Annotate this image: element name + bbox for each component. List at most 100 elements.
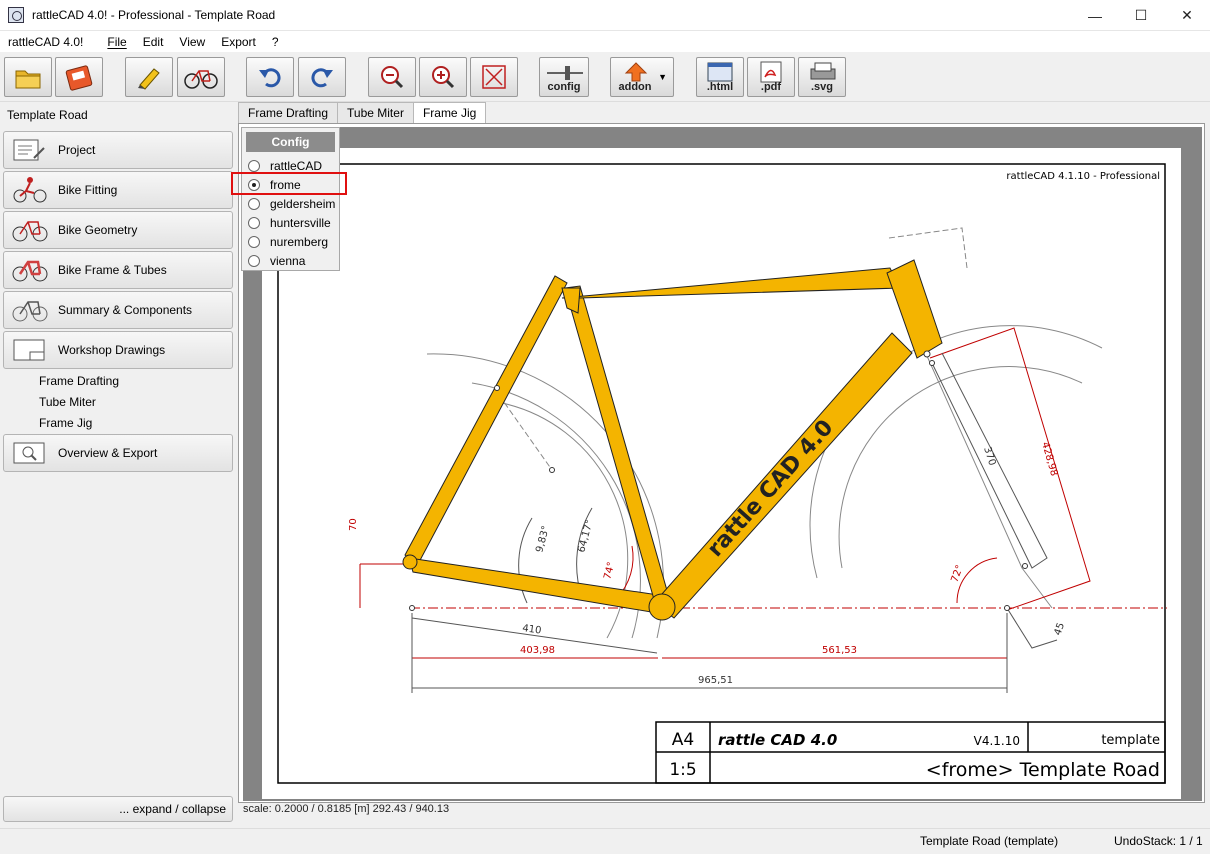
menu-help[interactable]: ? [272, 35, 279, 49]
bike-frame-icon [12, 260, 48, 282]
redo-icon [311, 68, 333, 88]
project-title: Template Road [7, 108, 88, 122]
svg-text:561,53: 561,53 [822, 645, 857, 656]
sheet-size: A4 [672, 730, 694, 750]
zoom-in-button[interactable] [419, 57, 467, 97]
config-label: config [547, 81, 581, 93]
nav-project[interactable]: Project [3, 131, 233, 169]
sheet-border [277, 163, 1166, 784]
titleblock-kind: template [1101, 733, 1160, 748]
window-title: rattleCAD 4.0! - Professional - Template… [32, 8, 276, 22]
disk-icon [65, 65, 93, 91]
toolbar: config ▼ addon .html .pdf .svg [0, 52, 1210, 102]
menu-export[interactable]: Export [221, 35, 256, 49]
config-option-nuremberg[interactable]: nuremberg [248, 232, 328, 251]
folder-icon [15, 70, 41, 89]
addon-label: addon [618, 81, 652, 93]
nav-summary-components[interactable]: Summary & Components [3, 291, 233, 329]
title-bar: rattleCAD 4.0! - Professional - Template… [0, 0, 1210, 31]
status-undo: UndoStack: 1 / 1 [1114, 834, 1203, 848]
top-tube [561, 267, 901, 299]
menu-file[interactable]: File [107, 35, 126, 49]
tab-tube-miter[interactable]: Tube Miter [337, 102, 414, 124]
nav-label: Bike Geometry [58, 223, 138, 237]
tab-frame-jig[interactable]: Frame Jig [412, 102, 487, 125]
addon-button[interactable]: ▼ addon [610, 57, 674, 97]
slider-icon [547, 66, 583, 80]
config-button[interactable]: config [539, 57, 589, 97]
bike-icon [184, 70, 218, 89]
drawing-header-note: rattleCAD 4.1.10 - Professional [1006, 171, 1160, 182]
titleblock-version: V4.1.10 [974, 734, 1020, 748]
printer-icon [810, 62, 836, 80]
status-bar: Template Road (template) UndoStack: 1 / … [0, 828, 1210, 854]
radio-icon [248, 235, 260, 248]
workshop-icon [13, 339, 45, 361]
undo-button[interactable] [246, 57, 294, 97]
pencil-icon [138, 68, 160, 90]
nav-label: Workshop Drawings [58, 343, 166, 357]
config-dropdown: Config rattleCAD frome geldersheim hunte… [241, 127, 340, 271]
sub-frame-drafting[interactable]: Frame Drafting [39, 374, 119, 388]
frame-jig-drawing: rattleCAD 4.1.10 - Professional rattle C… [277, 163, 1167, 784]
fit-view-button[interactable] [470, 57, 518, 97]
fit-view-icon [482, 65, 506, 89]
titleblock-logo: rattle CAD 4.0 [718, 731, 837, 749]
nav-label: Bike Frame & Tubes [58, 263, 167, 277]
close-button[interactable]: ✕ [1164, 0, 1210, 31]
radio-icon [248, 197, 260, 210]
tab-bar: Frame Drafting Tube Miter Frame Jig [238, 102, 487, 125]
export-pdf-button[interactable]: .pdf [747, 57, 795, 97]
menu-edit[interactable]: Edit [143, 35, 164, 49]
menu-view[interactable]: View [179, 35, 205, 49]
open-button[interactable] [4, 57, 52, 97]
nav-label: Project [58, 143, 96, 157]
titleblock-name: <frome> Template Road [926, 759, 1160, 781]
nav-workshop-drawings[interactable]: Workshop Drawings [3, 331, 233, 369]
nav-label: Bike Fitting [58, 183, 118, 197]
zoom-in-icon [432, 66, 455, 89]
project-icon [13, 139, 45, 161]
redo-button[interactable] [298, 57, 346, 97]
rear-dropout [402, 554, 418, 570]
tab-frame-drafting[interactable]: Frame Drafting [238, 102, 339, 124]
chain-stay [408, 557, 666, 614]
minimize-button[interactable]: — [1072, 0, 1118, 31]
config-option-huntersville[interactable]: huntersville [248, 213, 331, 232]
sub-tube-miter[interactable]: Tube Miter [39, 395, 96, 409]
nav-bike-geometry[interactable]: Bike Geometry [3, 211, 233, 249]
zoom-out-button[interactable] [368, 57, 416, 97]
svg-text:428,98: 428,98 [1039, 441, 1059, 478]
config-option-label: geldersheim [270, 196, 336, 211]
svg-text:370: 370 [981, 446, 997, 468]
config-option-geldersheim[interactable]: geldersheim [248, 194, 335, 213]
addon-arrow-icon [624, 62, 648, 82]
svg-text:403,98: 403,98 [520, 645, 555, 656]
svg-text:965,51: 965,51 [698, 675, 733, 686]
sub-frame-jig[interactable]: Frame Jig [39, 416, 92, 430]
maximize-button[interactable]: ☐ [1118, 0, 1164, 31]
svg-text:70: 70 [348, 518, 359, 531]
config-header: Config [246, 132, 335, 152]
svg-text:72°: 72° [949, 564, 965, 584]
bike-frame: rattle CAD 4.0 [402, 259, 943, 621]
nav-bike-frame-tubes[interactable]: Bike Frame & Tubes [3, 251, 233, 289]
pdf-icon [760, 61, 782, 83]
expand-collapse-button[interactable]: ... expand / collapse [3, 796, 233, 822]
config-option-label: huntersville [270, 215, 331, 230]
export-html-button[interactable]: .html [696, 57, 744, 97]
config-option-label: vienna [270, 253, 306, 268]
seat-tube [564, 285, 673, 611]
bike-fitting-icon [13, 177, 47, 203]
config-option-label: nuremberg [270, 234, 329, 249]
edit-button[interactable] [125, 57, 173, 97]
undo-icon [259, 68, 281, 88]
menu-bar: rattleCAD 4.0! File Edit View Export ? [0, 31, 1210, 52]
nav-overview-export[interactable]: Overview & Export [3, 434, 233, 472]
export-svg-button[interactable]: .svg [798, 57, 846, 97]
save-button[interactable] [55, 57, 103, 97]
config-option-vienna[interactable]: vienna [248, 251, 305, 270]
bike-view-button[interactable] [177, 57, 225, 97]
nav-bike-fitting[interactable]: Bike Fitting [3, 171, 233, 209]
seat-lug [561, 287, 581, 314]
